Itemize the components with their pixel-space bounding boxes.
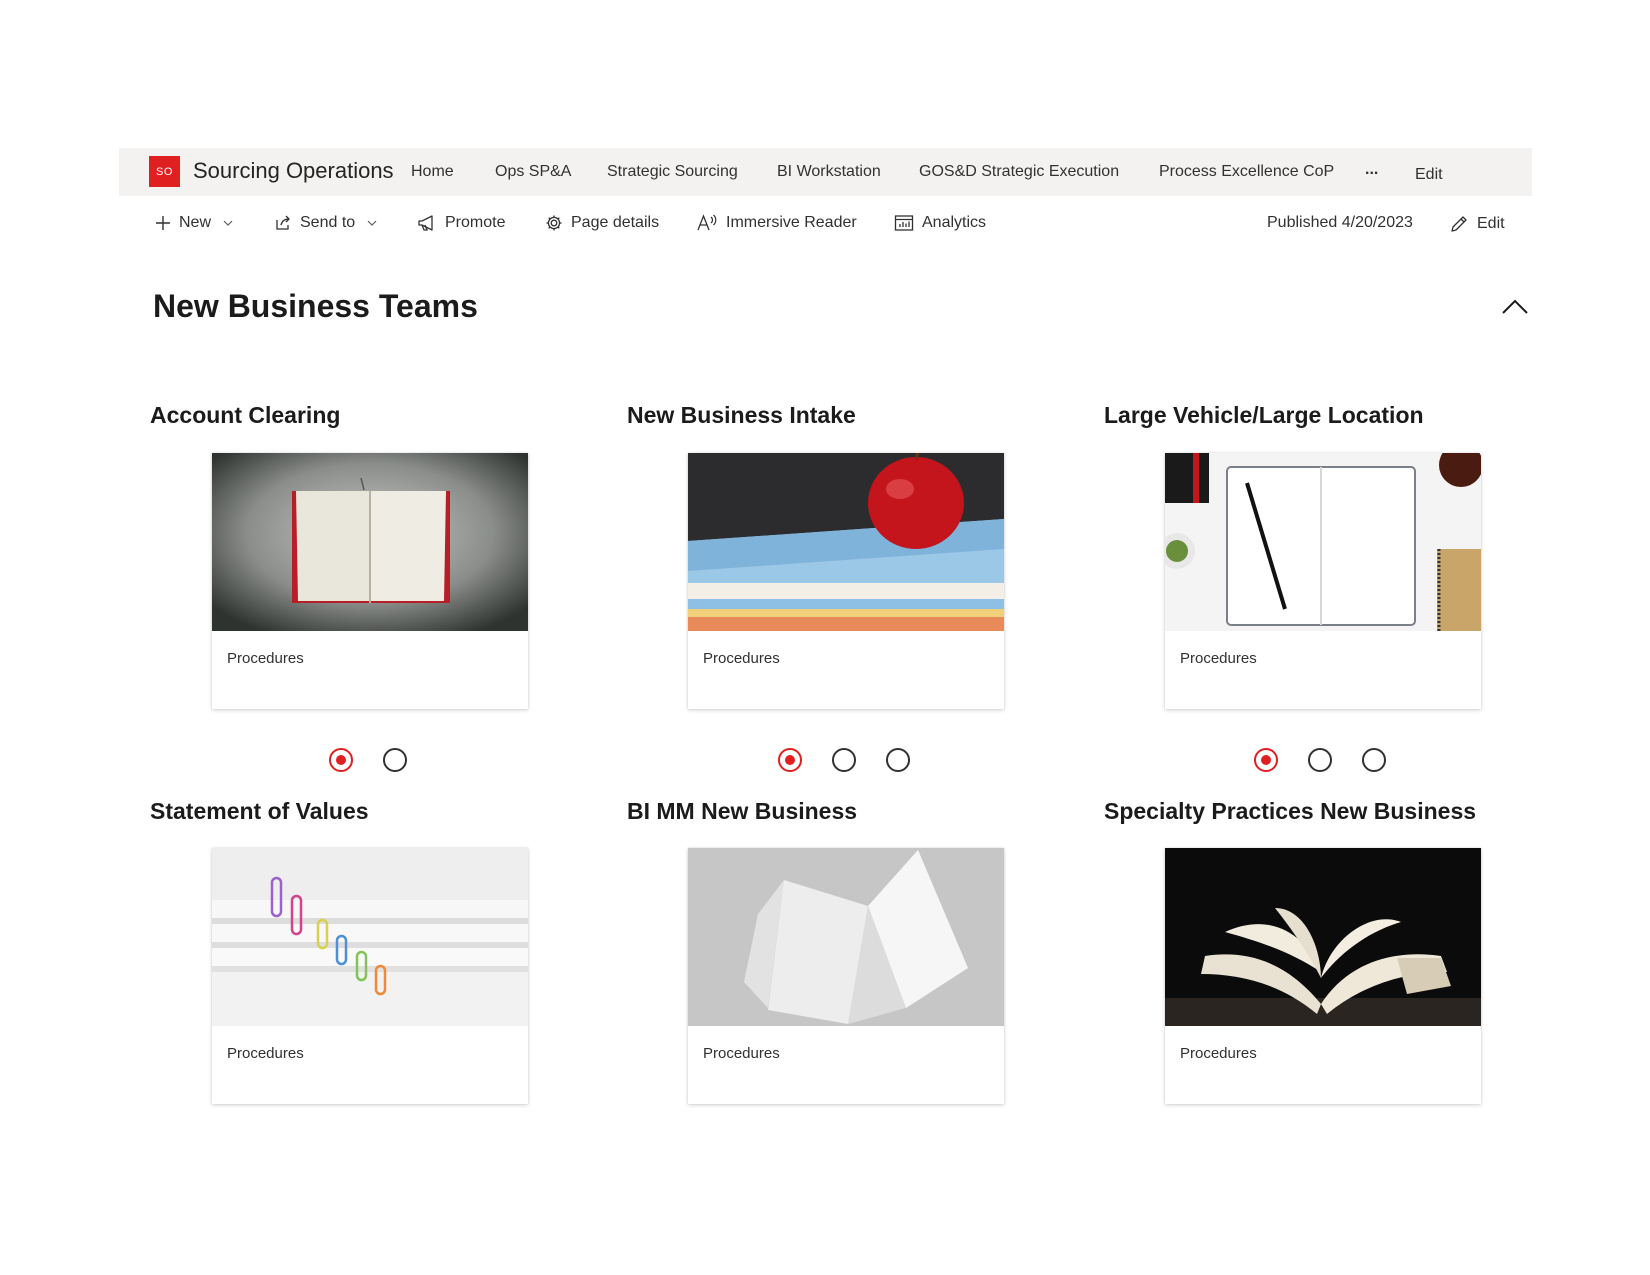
plus-icon [155, 215, 171, 231]
immersive-reader-button[interactable]: Immersive Reader [696, 214, 857, 232]
carousel-dots [1254, 748, 1386, 774]
pencil-icon [1449, 214, 1469, 234]
open-book-dark-image [1165, 848, 1481, 1026]
card-label: Procedures [1180, 1045, 1257, 1062]
card-label: Procedures [703, 650, 780, 667]
team-title-statement-of-values: Statement of Values [150, 798, 369, 824]
share-icon [274, 214, 292, 232]
team-title-large-vehicle-large-location: Large Vehicle/Large Location [1104, 402, 1424, 428]
card-label: Procedures [703, 1045, 780, 1062]
card-statement-of-values[interactable]: Procedures [212, 848, 528, 1104]
carousel-dot-2[interactable] [832, 748, 856, 772]
carousel-dot-1[interactable] [1254, 748, 1278, 772]
nav-item-bi-workstation[interactable]: BI Workstation [777, 163, 881, 181]
chevron-down-icon [367, 218, 377, 228]
apple-on-books-image [688, 453, 1004, 631]
promote-button[interactable]: Promote [417, 214, 505, 232]
site-header: SO Sourcing Operations Home Ops SP&A Str… [119, 148, 1532, 196]
nav-item-strategic-sourcing[interactable]: Strategic Sourcing [607, 163, 738, 181]
carousel-dots [329, 748, 407, 774]
carousel-dot-1[interactable] [778, 748, 802, 772]
nav-item-home[interactable]: Home [411, 163, 454, 181]
nav-more-button[interactable]: ... [1365, 161, 1378, 179]
notebook-and-pen-image [1165, 453, 1481, 631]
card-label: Procedures [1180, 650, 1257, 667]
carousel-dot-1[interactable] [329, 748, 353, 772]
collapse-section-button[interactable] [1500, 296, 1530, 318]
immersive-reader-icon [696, 214, 718, 232]
analytics-icon [894, 214, 914, 232]
new-button-label: New [179, 214, 212, 231]
gear-icon [545, 214, 563, 232]
published-status: Published 4/20/2023 [1267, 214, 1413, 231]
page-details-button[interactable]: Page details [545, 214, 659, 232]
team-title-new-business-intake: New Business Intake [627, 402, 856, 428]
card-bi-mm-new-business[interactable]: Procedures [688, 848, 1004, 1104]
nav-edit-link[interactable]: Edit [1415, 166, 1443, 184]
card-label: Procedures [227, 1045, 304, 1062]
page-details-label: Page details [571, 214, 660, 231]
send-to-label: Send to [300, 214, 356, 231]
team-title-bi-mm-new-business: BI MM New Business [627, 798, 858, 824]
paper-clips-on-paper-image [212, 848, 528, 1026]
site-logo[interactable]: SO [149, 156, 180, 187]
section-title: New Business Teams [153, 288, 478, 324]
open-book-on-grey-image [212, 453, 528, 631]
new-button[interactable]: New [155, 214, 233, 232]
carousel-dot-2[interactable] [383, 748, 407, 772]
team-title-specialty-practices-new-business: Specialty Practices New Business [1104, 798, 1477, 824]
chevron-up-icon [1502, 299, 1528, 314]
card-specialty-practices-new-business[interactable]: Procedures [1165, 848, 1481, 1104]
card-label: Procedures [227, 650, 304, 667]
card-new-business-intake[interactable]: Procedures [688, 453, 1004, 709]
carousel-dots [778, 748, 910, 774]
immersive-reader-label: Immersive Reader [726, 214, 857, 231]
open-blank-book-image [688, 848, 1004, 1026]
card-account-clearing[interactable]: Procedures [212, 453, 528, 709]
promote-label: Promote [445, 214, 506, 231]
page-edit-label: Edit [1477, 215, 1505, 232]
page-edit-button[interactable]: Edit [1449, 214, 1505, 234]
analytics-button[interactable]: Analytics [894, 214, 986, 232]
carousel-dot-3[interactable] [886, 748, 910, 772]
team-title-account-clearing: Account Clearing [150, 402, 341, 428]
nav-item-ops-spa[interactable]: Ops SP&A [495, 163, 571, 181]
carousel-dot-2[interactable] [1308, 748, 1332, 772]
megaphone-icon [417, 214, 437, 232]
nav-item-process-excellence-cop[interactable]: Process Excellence CoP [1159, 163, 1334, 181]
carousel-dot-3[interactable] [1362, 748, 1386, 772]
chevron-down-icon [223, 218, 233, 228]
send-to-button[interactable]: Send to [274, 214, 377, 232]
card-large-vehicle-large-location[interactable]: Procedures [1165, 453, 1481, 709]
analytics-label: Analytics [922, 214, 987, 231]
command-bar: New Send to Promote Page details Immersi… [119, 206, 1532, 246]
nav-item-gosd-strategic-execution[interactable]: GOS&D Strategic Execution [919, 163, 1119, 181]
site-title[interactable]: Sourcing Operations [193, 158, 394, 184]
